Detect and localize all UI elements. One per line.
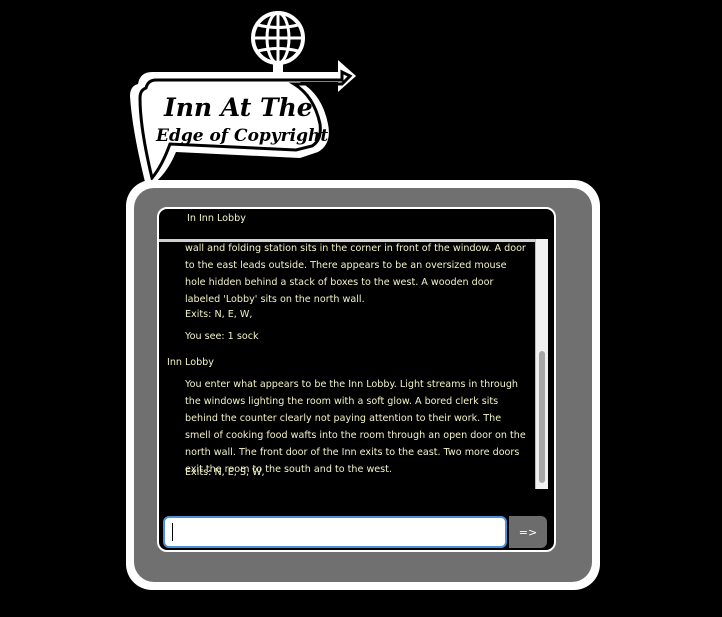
log-entry: wall and folding station sits in the cor… (185, 243, 526, 305)
sign-line-2: Edge of Copyright (155, 126, 328, 146)
text-caret (172, 523, 173, 541)
globe-icon (251, 11, 305, 74)
log-entry: You enter what appears to be the Inn Lob… (185, 379, 526, 475)
log-entry: Exits: N, E, W, (185, 309, 253, 320)
scrollbar-thumb[interactable] (539, 351, 545, 483)
game-stage: Inn At The Edge of Copyright In Inn Lobb… (0, 0, 722, 617)
output-scrollbar[interactable] (535, 239, 548, 489)
game-output[interactable]: wall and folding station sits in the cor… (159, 239, 542, 487)
submit-button[interactable]: => (509, 516, 547, 548)
game-screen: In Inn Lobby wall and folding station si… (157, 207, 556, 552)
current-room-header: In Inn Lobby (187, 213, 246, 224)
log-entry: Exits: N, E, S, W, (185, 467, 265, 478)
log-entry: You see: 1 sock (185, 331, 259, 342)
command-input[interactable] (163, 516, 507, 548)
log-room-title: Inn Lobby (167, 357, 214, 368)
sign-line-1: Inn At The (163, 93, 313, 122)
inn-sign: Inn At The Edge of Copyright (130, 11, 356, 186)
